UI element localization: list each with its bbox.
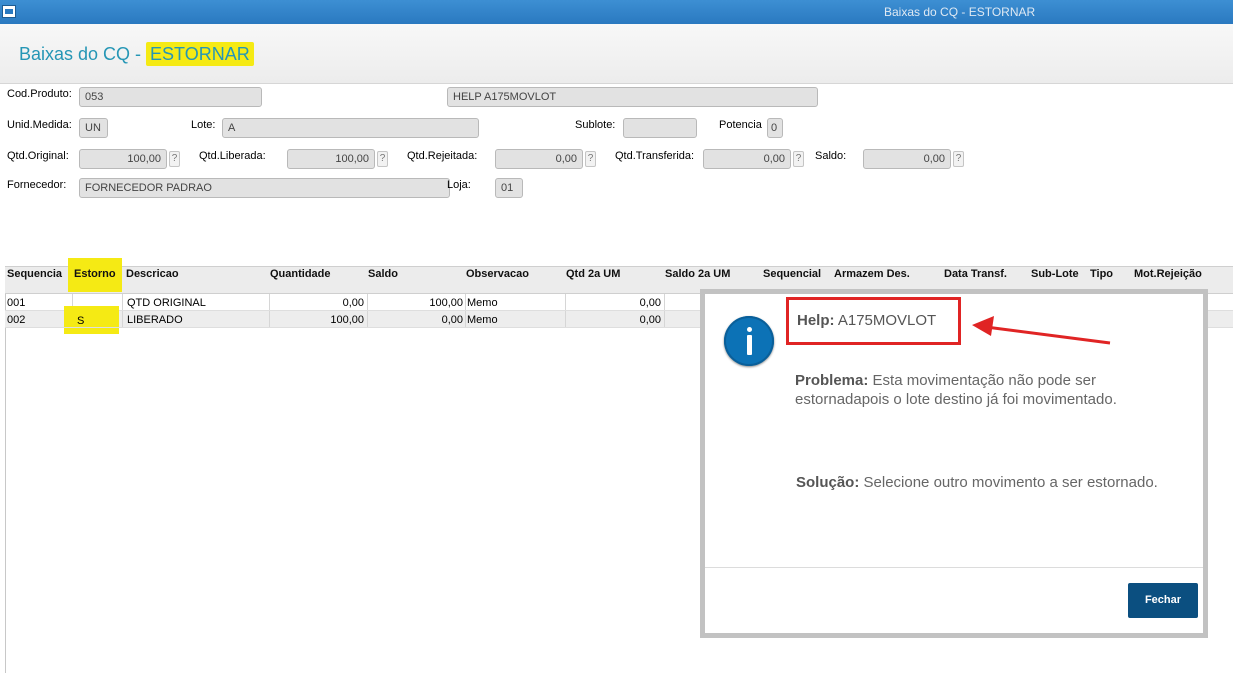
column-header-sub-lote[interactable]: Sub-Lote	[1031, 268, 1079, 280]
cell-observacao: Memo	[467, 297, 498, 309]
question-icon[interactable]: ?	[585, 151, 596, 167]
qtd-liberada-field[interactable]: 100,00	[287, 149, 375, 169]
lote-label: Lote:	[191, 119, 216, 131]
loja-field[interactable]: 01	[495, 178, 523, 198]
solution-body: Selecione outro movimento a ser estornad…	[863, 474, 1158, 491]
help-dialog: Help: A175MOVLOT Problema: Esta moviment…	[700, 289, 1208, 638]
unid-medida-label: Unid.Medida:	[7, 119, 72, 131]
column-header-estorno[interactable]: Estorno	[74, 268, 116, 280]
cell-saldo: 0,00	[441, 314, 463, 326]
question-icon[interactable]: ?	[953, 151, 964, 167]
cell-sequencia: 002	[7, 314, 26, 326]
sublote-field[interactable]	[623, 118, 697, 138]
column-header-mot-rejeicao[interactable]: Mot.Rejeição	[1134, 268, 1202, 280]
unid-medida-field[interactable]: UN	[79, 118, 108, 138]
fornecedor-label: Fornecedor:	[7, 179, 67, 191]
arrow-head	[972, 316, 994, 336]
cell-sequencia: 001	[7, 297, 26, 309]
cell-quantidade: 100,00	[330, 314, 364, 326]
column-header-sequencia[interactable]: Sequencia	[7, 268, 62, 280]
solution-label: Solução:	[796, 474, 860, 491]
column-header-observacao[interactable]: Observacao	[466, 268, 529, 280]
column-header-saldo[interactable]: Saldo	[368, 268, 398, 280]
cell-quantidade: 0,00	[342, 297, 364, 309]
cell-descricao: QTD ORIGINAL	[127, 297, 206, 309]
help-label: Help:	[797, 312, 835, 329]
problem-label: Problema:	[795, 372, 869, 389]
column-header-descricao[interactable]: Descricao	[126, 268, 179, 280]
close-button[interactable]: Fechar	[1128, 583, 1198, 618]
problem-line-2: estornadapois o lote destino já foi movi…	[795, 391, 1117, 408]
qtd-transferida-label: Qtd.Transferida:	[615, 150, 695, 162]
help-code-box: Help: A175MOVLOT	[786, 297, 961, 345]
column-header-data-transf[interactable]: Data Transf.	[944, 268, 1007, 280]
column-separator	[664, 294, 665, 310]
problem-line-1: Esta movimentação não pode ser	[872, 372, 1096, 389]
solution-text: Solução: Selecione outro movimento a ser…	[796, 473, 1196, 492]
column-header-quantidade[interactable]: Quantidade	[270, 268, 331, 280]
potencia-label: Potencia	[719, 119, 762, 131]
question-icon[interactable]: ?	[169, 151, 180, 167]
column-separator	[465, 311, 466, 327]
cell-saldo: 100,00	[429, 297, 463, 309]
page-title: Baixas do CQ - ESTORNAR	[19, 42, 254, 66]
window-title: Baixas do CQ - ESTORNAR	[884, 5, 1036, 19]
column-header-saldo-2a-um[interactable]: Saldo 2a UM	[665, 268, 730, 280]
lote-field[interactable]: A	[222, 118, 479, 138]
arrow-shaft	[985, 325, 1111, 345]
qtd-rejeitada-field[interactable]: 0,00	[495, 149, 583, 169]
qtd-original-field[interactable]: 100,00	[79, 149, 167, 169]
qtd-transferida-field[interactable]: 0,00	[703, 149, 791, 169]
cell-descricao: LIBERADO	[127, 314, 183, 326]
column-separator	[122, 294, 123, 310]
column-header-qtd-2a-um[interactable]: Qtd 2a UM	[566, 268, 620, 280]
saldo-label: Saldo:	[815, 150, 847, 162]
potencia-field[interactable]: 0	[767, 118, 783, 138]
column-header-armazem-des[interactable]: Armazem Des.	[834, 268, 910, 280]
qtd-original-label: Qtd.Original:	[7, 150, 69, 162]
saldo-field[interactable]: 0,00	[863, 149, 951, 169]
loja-label: Loja:	[447, 179, 471, 191]
produto-descricao-field[interactable]: HELP A175MOVLOT	[447, 87, 818, 107]
column-separator	[465, 294, 466, 310]
cod-produto-label: Cod.Produto:	[7, 88, 72, 100]
cod-produto-field[interactable]: 053	[79, 87, 262, 107]
column-separator	[122, 311, 123, 327]
dialog-footer-divider	[705, 567, 1203, 568]
cell-qtd-2a-um: 0,00	[639, 297, 661, 309]
column-separator	[664, 311, 665, 327]
qtd-rejeitada-label: Qtd.Rejeitada:	[407, 150, 478, 162]
help-code: A175MOVLOT	[837, 312, 937, 329]
page-title-prefix: Baixas do CQ -	[19, 44, 147, 64]
red-arrow-icon	[972, 316, 1111, 345]
qtd-liberada-label: Qtd.Liberada:	[199, 150, 266, 162]
question-icon[interactable]: ?	[793, 151, 804, 167]
info-icon	[724, 316, 774, 366]
fornecedor-field[interactable]: FORNECEDOR PADRAO	[79, 178, 450, 198]
page-title-highlight: ESTORNAR	[146, 42, 254, 66]
window-titlebar: Baixas do CQ - ESTORNAR	[0, 0, 1233, 24]
cell-observacao: Memo	[467, 314, 498, 326]
problem-text: Problema: Esta movimentação não pode ser…	[795, 371, 1195, 409]
question-icon[interactable]: ?	[377, 151, 388, 167]
cell-estorno: S	[77, 315, 85, 327]
column-header-sequencial[interactable]: Sequencial	[763, 268, 821, 280]
app-window-icon[interactable]	[2, 5, 16, 18]
column-header-tipo[interactable]: Tipo	[1090, 268, 1113, 280]
cell-qtd-2a-um: 0,00	[639, 314, 661, 326]
sublote-label: Sublote:	[575, 119, 616, 131]
